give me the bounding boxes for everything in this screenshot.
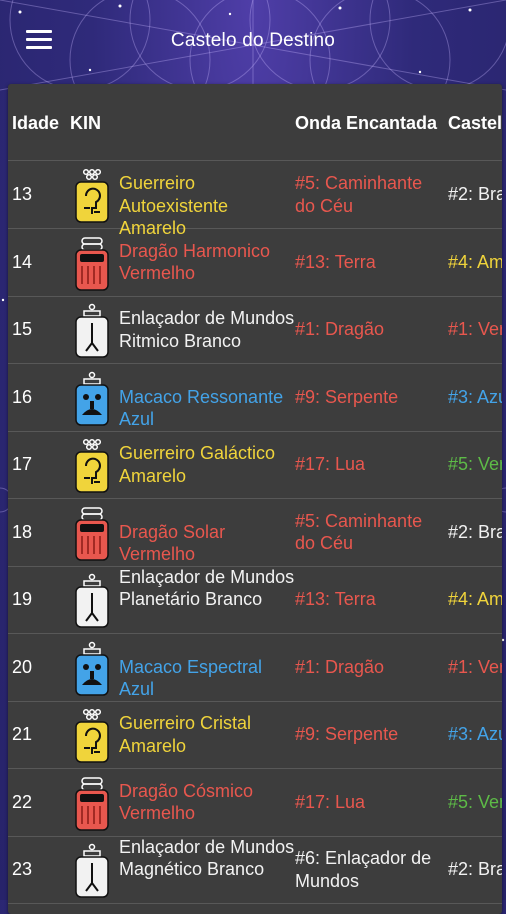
- glyph-enlacador-icon: [72, 303, 112, 359]
- header-idade: Idade: [12, 113, 60, 133]
- idade-cell: 17: [12, 454, 33, 475]
- glyph-macaco-icon: [72, 371, 112, 427]
- castelo-cell: #2: Branco: [448, 184, 502, 205]
- castelo-cell: #3: Azul: [448, 724, 502, 745]
- idade-cell: 22: [12, 791, 33, 812]
- onda-encantada-cell: #13: Terra: [295, 589, 376, 610]
- kin-name: Dragão Solar Vermelho: [119, 521, 226, 565]
- table-row[interactable]: 16 Macaco Ressonante Azul #9: Serpente #3: …: [8, 364, 502, 432]
- kin-name: Guerreiro Galáctico Amarelo: [119, 443, 276, 486]
- glyph-dragao-icon: [72, 506, 112, 562]
- glyph-guerreiro-icon: [72, 708, 112, 764]
- kin-name: Dragão Cósmico Vermelho: [119, 780, 254, 824]
- onda-encantada-cell: #1: Dragão: [295, 319, 385, 340]
- table-row[interactable]: 22 Dragão Cósmico Vermelho #17: Lua #5: Ver…: [8, 769, 502, 837]
- castelo-cell: #2: Branco: [448, 521, 502, 542]
- kin-name: Enlaçador de Mundos Planetário Branco: [119, 566, 295, 610]
- glyph-dragao-icon: [72, 776, 112, 832]
- table-header: Idade KIN Onda Encantada Castelo: [8, 84, 502, 161]
- onda-encantada-cell: #9: Serpente: [295, 724, 399, 745]
- idade-cell: 14: [12, 251, 33, 272]
- table-row[interactable]: 18 Dragão Solar Vermelho #5: Caminhante do…: [8, 499, 502, 567]
- header-castelo: Castelo: [448, 113, 502, 133]
- kin-name: Enlaçador de Mundos Ritmico Branco: [119, 308, 295, 351]
- kin-name: Macaco Ressonante Azul: [119, 386, 284, 430]
- idade-cell: 19: [12, 589, 33, 610]
- table-row[interactable]: 20 Macaco Espectral Azul #1: Dragão #1: Ver…: [8, 634, 502, 702]
- idade-cell: 23: [12, 859, 33, 880]
- idade-cell: 16: [12, 386, 33, 407]
- glyph-guerreiro-icon: [72, 168, 112, 224]
- castelo-cell: #5: Verde: [448, 454, 502, 475]
- glyph-macaco-icon: [72, 641, 112, 697]
- castelo-cell: #2: Branco: [448, 859, 502, 880]
- onda-encantada-cell: #1: Dragão: [295, 656, 385, 677]
- kin-name: Macaco Espectral Azul: [119, 656, 263, 700]
- glyph-enlacador-icon: [72, 843, 112, 899]
- glyph-guerreiro-icon: [72, 438, 112, 494]
- destiny-castle-table: Idade KIN Onda Encantada Castelo 13Guerr…: [8, 84, 502, 914]
- onda-encantada-cell: #5: Caminhante do Céu: [295, 173, 423, 216]
- onda-encantada-cell: #13: Terra: [295, 251, 376, 272]
- castelo-cell: #4: Amarelo: [448, 589, 502, 610]
- idade-cell: 15: [12, 319, 33, 340]
- onda-encantada-cell: #9: Serpente: [295, 386, 399, 407]
- kin-name: Guerreiro Cristal Amarelo: [119, 713, 252, 756]
- header-kin: KIN: [70, 113, 101, 133]
- onda-encantada-cell: #17: Lua: [295, 454, 366, 475]
- onda-encantada-cell: #5: Caminhante do Céu: [295, 510, 423, 554]
- table-row[interactable]: 23 Enlaçador de Mundos Magnético Branco #6…: [8, 836, 502, 904]
- castelo-cell: #1: Vermelho: [448, 319, 502, 340]
- glyph-dragao-icon: [72, 236, 112, 292]
- table-row[interactable]: 19 Enlaçador de Mundos Planetário Branco #…: [8, 566, 502, 634]
- table-row[interactable]: 15 Enlaçador de Mundos Ritmico Branco #1: …: [8, 296, 502, 364]
- kin-name: Enlaçador de Mundos Magnético Branco: [119, 836, 295, 880]
- castelo-cell: #3: Azul: [448, 386, 502, 407]
- castelo-cell: #1: Vermelho: [448, 656, 502, 677]
- idade-cell: 20: [12, 656, 33, 677]
- idade-cell: 21: [12, 724, 33, 745]
- table-row[interactable]: 17 Guerreiro Galáctico Amarelo #17: Lua #5:…: [8, 431, 502, 499]
- kin-name: Dragão Harmonico Vermelho: [119, 240, 271, 284]
- table-row[interactable]: 21 Guerreiro Cristal Amarelo #9: Serpente #…: [8, 701, 502, 769]
- onda-encantada-cell: #6: Enlaçador de Mundos: [295, 848, 432, 891]
- idade-cell: 13: [12, 184, 33, 205]
- idade-cell: 18: [12, 521, 33, 542]
- castelo-cell: #5: Verde: [448, 791, 502, 812]
- app-bar: Castelo do Destino: [0, 0, 506, 82]
- onda-encantada-cell: #17: Lua: [295, 791, 366, 812]
- page-title: Castelo do Destino: [170, 30, 336, 51]
- table-row[interactable]: 14 Dragão Harmonico Vermelho #13: Terra #4:…: [8, 229, 502, 297]
- header-onda-encantada: Onda Encantada: [295, 113, 438, 133]
- glyph-enlacador-icon: [72, 573, 112, 629]
- castelo-cell: #4: Amarelo: [448, 251, 502, 272]
- table-row[interactable]: 13 Guerreiro Autoexistente Amarelo #5: Cam…: [8, 161, 502, 238]
